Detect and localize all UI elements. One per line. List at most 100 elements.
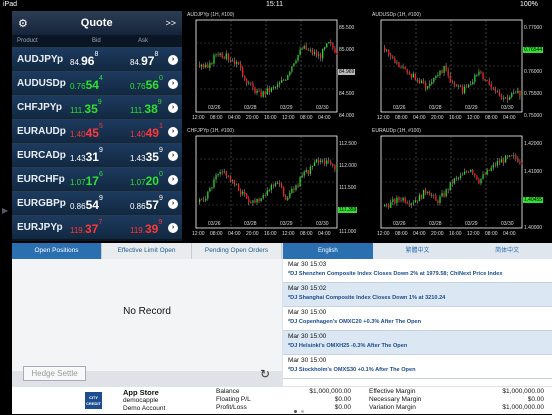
candle — [244, 75, 246, 80]
candle — [315, 52, 318, 56]
ask-price[interactable]: 84.978 — [130, 51, 158, 70]
price-chart[interactable]: CHFJPYp (1H, #100) 112.500 112.000 111.500 1… — [184, 127, 367, 241]
quote-row[interactable]: EURAUDp 1.40455 1.40491 › — [12, 119, 182, 143]
side-arrow-icon[interactable]: ▶ — [2, 206, 8, 215]
ask-price[interactable]: 1.07200 — [130, 171, 163, 190]
bid-price[interactable]: 0.76544 — [70, 75, 103, 94]
quote-header: ⚙ Quote >> — [12, 11, 182, 35]
chevron-right-icon[interactable]: › — [168, 55, 178, 65]
y-tick-label: 0.75500 — [524, 91, 543, 97]
price-chart[interactable]: AUDJPYp (1H, #100) 85.500 85.000 84.969 84.5… — [184, 11, 367, 125]
price-chart[interactable]: EURAUDp (1H, #100) 1.42000 1.41000 1.40455 1… — [369, 127, 552, 241]
candle — [205, 64, 207, 68]
candle — [264, 91, 266, 95]
quote-row[interactable]: EURCADp 1.43319 1.43359 › — [12, 143, 182, 167]
candle — [248, 198, 250, 203]
refresh-icon[interactable]: ↻ — [260, 367, 270, 381]
candle — [322, 160, 324, 162]
profit-label: Profit/Loss — [216, 404, 247, 411]
candle — [319, 54, 322, 59]
last-price-tag: 111.359 — [338, 207, 358, 213]
candle — [324, 160, 326, 164]
tab-pending-open-orders[interactable]: Pending Open Orders — [192, 243, 282, 259]
candle — [240, 64, 242, 68]
candle — [330, 161, 332, 165]
date-label: 03/29 — [280, 105, 293, 111]
time-label: 04:00 — [318, 115, 331, 121]
price-chart[interactable]: AUDUSDp (1H, #100) 0.77000 0.76544 0.76000 0… — [369, 11, 552, 125]
col-ask: Ask — [138, 38, 149, 44]
news-item[interactable]: Mar 30 15:03 *DJ Shenzhen Composite Index… — [283, 259, 552, 283]
effective-margin-label: Effective Margin — [369, 388, 416, 395]
candle — [447, 189, 449, 191]
candle — [386, 49, 388, 51]
bid-part: 4 — [98, 75, 103, 82]
candle — [268, 88, 270, 92]
ask-price[interactable]: 0.86579 — [130, 195, 163, 214]
ask-price[interactable]: 111.389 — [130, 99, 162, 118]
news-item[interactable]: Mar 30 15:00 *DJ Stockholm's OMXS30 +0.1%… — [283, 355, 552, 379]
news-item[interactable]: Mar 30 15:00 *DJ Helsinki's OMXH25 -0.3% … — [283, 331, 552, 355]
chevron-right-icon[interactable]: › — [168, 103, 178, 113]
quote-row[interactable]: AUDJPYp 84.968 84.978 › — [12, 47, 182, 71]
chevron-right-icon[interactable]: › — [168, 199, 178, 209]
bid-price[interactable]: 111.359 — [70, 99, 102, 118]
quote-row[interactable]: AUDUSDp 0.76544 0.76560 › — [12, 71, 182, 95]
candle — [266, 190, 268, 196]
ask-part: 49 — [145, 126, 159, 140]
bid-price[interactable]: 119.377 — [70, 219, 102, 238]
quote-row[interactable]: EURCHFp 1.07176 1.07200 › — [12, 167, 182, 191]
candle — [468, 84, 470, 88]
variation-margin-value: $1,000,000.00 — [502, 404, 544, 411]
bid-price[interactable]: 1.43319 — [70, 147, 103, 166]
news-list[interactable]: Mar 30 15:03 *DJ Shenzhen Composite Index… — [283, 259, 552, 386]
candle — [439, 196, 441, 203]
candle — [305, 170, 307, 172]
candle — [468, 171, 470, 173]
ask-price[interactable]: 0.76560 — [130, 75, 163, 94]
candle — [439, 70, 441, 76]
candle — [231, 60, 234, 62]
bid-price[interactable]: 1.40455 — [70, 123, 103, 142]
quote-row[interactable]: EURJPYp 119.377 119.399 › — [12, 215, 182, 239]
candle — [274, 183, 277, 186]
expand-button[interactable]: >> — [165, 18, 176, 28]
candle — [496, 91, 499, 93]
news-item[interactable]: Mar 30 15:02 *DJ Shanghai Composite Index… — [283, 283, 552, 307]
tab-open-positions[interactable]: Open Positions — [12, 243, 102, 259]
candle — [418, 194, 421, 202]
candle — [388, 205, 390, 208]
time-label: 12:00 — [377, 115, 390, 121]
tab-traditional-chinese[interactable]: 繁體中文 — [372, 243, 463, 259]
bid-price[interactable]: 1.07176 — [70, 171, 103, 190]
gear-icon[interactable]: ⚙ — [18, 17, 28, 30]
chevron-right-icon[interactable]: › — [168, 223, 178, 233]
bid-part: 17 — [85, 174, 99, 188]
candle — [474, 173, 476, 176]
news-item[interactable]: Mar 30 15:00 *DJ Copenhagen's OMXC20 +0.3… — [283, 307, 552, 331]
necessary-margin-value: $0.00 — [527, 396, 544, 403]
candle — [254, 200, 256, 203]
candle — [504, 97, 507, 99]
quote-row[interactable]: CHFJPYp 111.359 111.389 › — [12, 95, 182, 119]
candle — [260, 198, 262, 202]
candle — [416, 200, 419, 202]
tab-simplified-chinese[interactable]: 简体中文 — [462, 243, 552, 259]
hedge-settle-button[interactable]: Hedge Settle — [23, 366, 86, 381]
quote-row[interactable]: EURGBPp 0.86549 0.86579 › — [12, 191, 182, 215]
ask-price[interactable]: 1.40491 — [130, 123, 163, 142]
chevron-right-icon[interactable]: › — [168, 79, 178, 89]
bid-price[interactable]: 84.968 — [70, 51, 98, 70]
ask-price[interactable]: 1.43359 — [130, 147, 163, 166]
chevron-right-icon[interactable]: › — [168, 175, 178, 185]
chevron-right-icon[interactable]: › — [168, 127, 178, 137]
bid-price[interactable]: 0.86549 — [70, 195, 103, 214]
tab-effective-limit-open[interactable]: Effective Limit Open — [102, 243, 192, 259]
candle — [410, 73, 412, 78]
candle — [287, 75, 289, 80]
tab-english[interactable]: English — [283, 243, 373, 259]
chevron-right-icon[interactable]: › — [168, 151, 178, 161]
ask-price[interactable]: 119.399 — [130, 219, 162, 238]
ask-part: 39 — [144, 222, 159, 236]
profit-value: $0.00 — [334, 404, 351, 411]
